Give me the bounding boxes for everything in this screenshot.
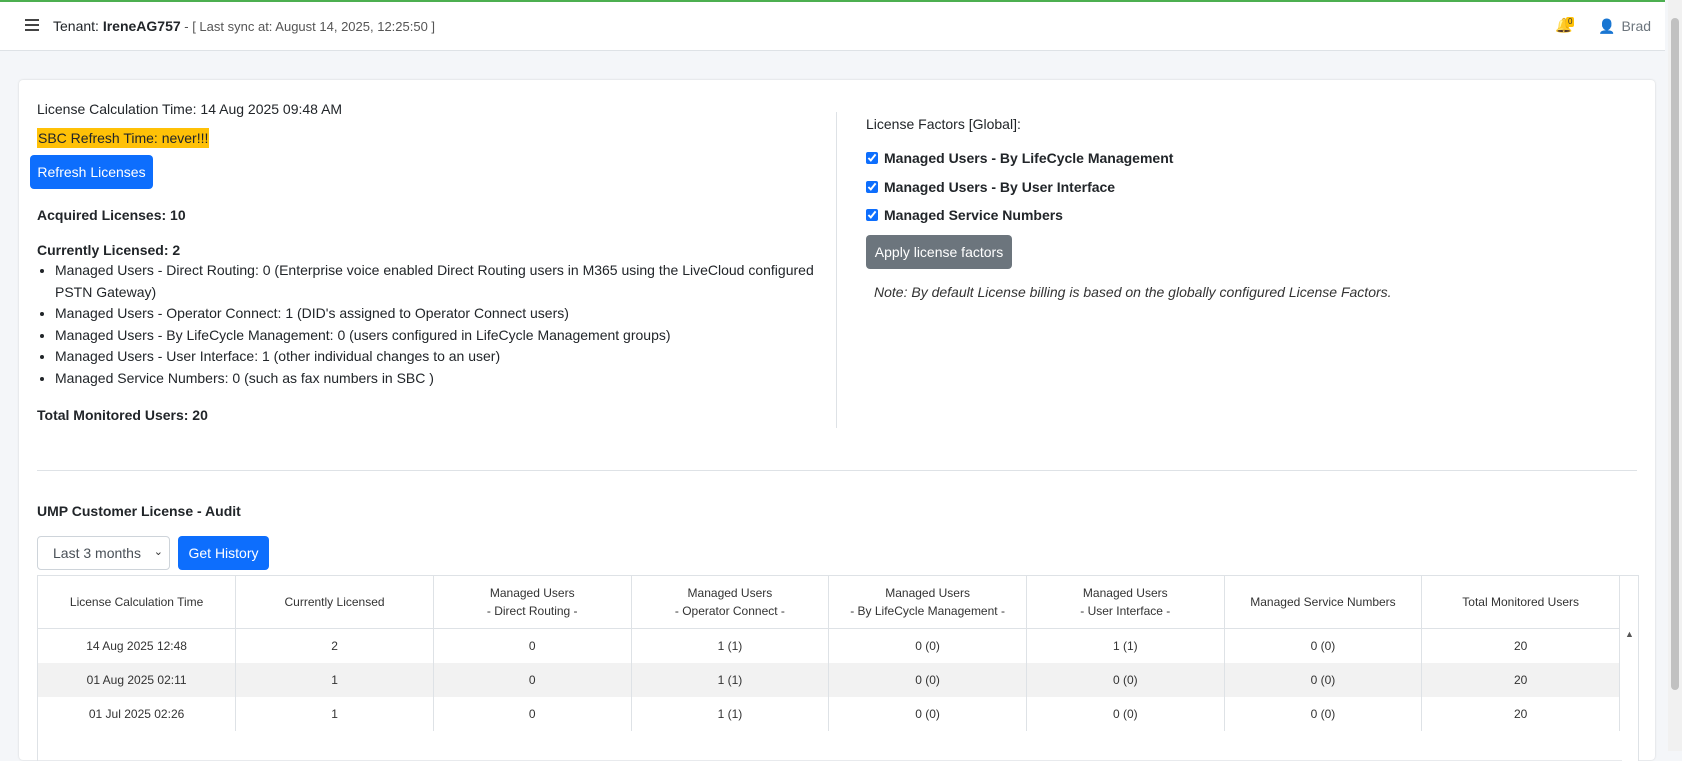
table-cell: 1 (1) xyxy=(631,697,830,731)
table-cell: 1 (1) xyxy=(1026,628,1225,663)
user-name: Brad xyxy=(1621,18,1652,34)
table-cell: 0 (0) xyxy=(1224,628,1423,663)
table-cell: 0 xyxy=(433,628,632,663)
column-header: Managed Users - Direct Routing - xyxy=(433,576,632,629)
factor-user-interface-checkbox[interactable] xyxy=(866,181,878,193)
table-cell: 0 (0) xyxy=(828,697,1027,731)
table-cell: 0 xyxy=(433,697,632,731)
column-divider xyxy=(836,112,837,428)
currently-licensed: Currently Licensed: 2 xyxy=(37,242,181,258)
license-factors-note: Note: By default License billing is base… xyxy=(874,284,1392,300)
audit-table: License Calculation Time Currently Licen… xyxy=(37,575,1639,761)
table-cell: 0 xyxy=(433,663,632,697)
table-cell: 1 xyxy=(235,697,434,731)
notification-badge: 0 xyxy=(1566,17,1575,27)
top-navbar: Tenant: IreneAG757 - [ Last sync at: Aug… xyxy=(0,0,1665,51)
table-row: 01 Aug 2025 02:11 1 0 1 (1) 0 (0) 0 (0) … xyxy=(38,663,1620,697)
factor-service-numbers-checkbox[interactable] xyxy=(866,209,878,221)
audit-title: UMP Customer License - Audit xyxy=(37,503,241,519)
table-cell: 20 xyxy=(1421,628,1620,663)
factor-user-interface[interactable]: Managed Users - By User Interface xyxy=(866,179,1115,195)
list-item: Managed Users - Operator Connect: 1 (DID… xyxy=(55,303,845,325)
scroll-up-icon[interactable]: ▲ xyxy=(1625,629,1634,639)
list-item: Managed Users - By LifeCycle Management:… xyxy=(55,325,845,347)
table-row: 01 Jul 2025 02:26 1 0 1 (1) 0 (0) 0 (0) … xyxy=(38,697,1620,731)
table-cell: 0 (0) xyxy=(1026,663,1225,697)
page-scrollbar-thumb[interactable] xyxy=(1671,18,1679,690)
table-cell: 1 xyxy=(235,663,434,697)
table-cell: 0 (0) xyxy=(1026,697,1225,731)
section-divider xyxy=(37,470,1637,471)
sbc-refresh-time: SBC Refresh Time: never!!! xyxy=(37,128,210,148)
factor-service-numbers[interactable]: Managed Service Numbers xyxy=(866,207,1063,223)
factor-lifecycle-checkbox[interactable] xyxy=(866,152,878,164)
license-breakdown-list: Managed Users - Direct Routing: 0 (Enter… xyxy=(33,260,845,389)
user-icon: 👤 xyxy=(1598,18,1616,34)
tenant-label: Tenant: xyxy=(53,18,99,34)
factor-label: Managed Service Numbers xyxy=(884,207,1063,223)
list-item: Managed Service Numbers: 0 (such as fax … xyxy=(55,368,845,390)
table-cell: 20 xyxy=(1421,663,1620,697)
column-header: Managed Service Numbers xyxy=(1224,576,1423,629)
table-cell: 1 (1) xyxy=(631,663,830,697)
hamburger-icon[interactable] xyxy=(25,19,39,31)
tenant-name: IreneAG757 xyxy=(102,18,181,34)
table-cell: 0 (0) xyxy=(828,628,1027,663)
list-item: Managed Users - User Interface: 1 (other… xyxy=(55,346,845,368)
table-cell: 01 Jul 2025 02:26 xyxy=(38,697,237,731)
column-header: Currently Licensed xyxy=(235,576,434,629)
column-header: Managed Users - By LifeCycle Management … xyxy=(828,576,1027,629)
table-cell: 0 (0) xyxy=(1224,697,1423,731)
table-cell: 01 Aug 2025 02:11 xyxy=(38,663,237,697)
table-cell: 0 (0) xyxy=(1224,663,1423,697)
factor-lifecycle-management[interactable]: Managed Users - By LifeCycle Management xyxy=(866,150,1173,166)
table-cell: 20 xyxy=(1421,697,1620,731)
table-cell: 1 (1) xyxy=(631,628,830,663)
history-period-select[interactable]: Last 3 months ⌄ xyxy=(37,536,170,570)
factor-label: Managed Users - By LifeCycle Management xyxy=(884,150,1174,166)
column-header: License Calculation Time xyxy=(38,576,237,629)
user-menu[interactable]: 👤 Brad xyxy=(1598,18,1651,35)
apply-license-factors-button[interactable]: Apply license factors xyxy=(866,235,1012,269)
page-scrollbar[interactable] xyxy=(1668,0,1682,751)
column-header: Total Monitored Users xyxy=(1421,576,1620,629)
license-calc-time: License Calculation Time: 14 Aug 2025 09… xyxy=(37,101,343,117)
license-factors-title: License Factors [Global]: xyxy=(866,116,1021,132)
last-sync-text: - [ Last sync at: August 14, 2025, 12:25… xyxy=(180,19,436,34)
list-item: Managed Users - Direct Routing: 0 (Enter… xyxy=(55,260,845,303)
get-history-button[interactable]: Get History xyxy=(178,536,269,570)
refresh-licenses-button[interactable]: Refresh Licenses xyxy=(30,155,153,189)
table-cell: 0 (0) xyxy=(828,663,1027,697)
table-row: 14 Aug 2025 12:48 2 0 1 (1) 0 (0) 1 (1) … xyxy=(38,628,1620,663)
factor-label: Managed Users - By User Interface xyxy=(884,179,1116,195)
acquired-licenses: Acquired Licenses: 10 xyxy=(37,207,186,223)
tenant-info: Tenant: IreneAG757 - [ Last sync at: Aug… xyxy=(53,18,435,34)
chevron-down-icon: ⌄ xyxy=(153,546,163,558)
table-cell: 14 Aug 2025 12:48 xyxy=(38,628,237,663)
table-cell: 2 xyxy=(235,628,434,663)
license-card: License Calculation Time: 14 Aug 2025 09… xyxy=(19,80,1655,761)
total-monitored-users: Total Monitored Users: 20 xyxy=(37,407,208,423)
history-period-value: Last 3 months xyxy=(53,545,141,561)
column-header: Managed Users - Operator Connect - xyxy=(631,576,830,629)
column-header: Managed Users - User Interface - xyxy=(1026,576,1225,629)
table-scrollbar[interactable]: ▲ xyxy=(1622,627,1638,761)
